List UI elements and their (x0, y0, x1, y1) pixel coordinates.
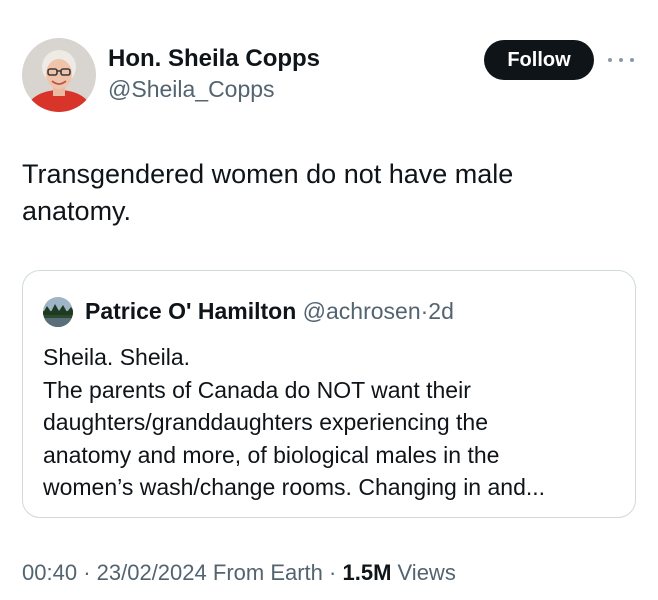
quoted-tweet[interactable]: Patrice O' Hamilton @achrosen·2d Sheila.… (22, 270, 636, 518)
quote-text-line: women’s wash/change rooms. Changing in a… (43, 474, 546, 500)
quote-text: Sheila. Sheila. The parents of Canada do… (43, 341, 623, 504)
tweet-text: Transgendered women do not have male ana… (22, 159, 514, 226)
tweet-metadata: 00:40 · 23/02/2024 From Earth · 1.5M Vie… (22, 558, 456, 588)
quote-author-avatar (43, 297, 73, 327)
tweet-time[interactable]: 00:40 (22, 560, 77, 585)
quote-text-line: daughters/granddaughters experiencing th… (43, 409, 488, 435)
author-info: Hon. Sheila Copps @Sheila_Copps (108, 44, 320, 104)
quote-text-line: anatomy and more, of biological males in… (43, 441, 500, 468)
quote-text-line: The parents of Canada do NOT want their (43, 376, 471, 403)
author-display-name[interactable]: Hon. Sheila Copps (108, 44, 320, 74)
quote-timestamp[interactable]: 2d (428, 298, 454, 324)
tweet-source: From Earth (212, 560, 323, 585)
quote-text-line: Sheila. Sheila. (43, 344, 191, 370)
tweet-date[interactable]: 23/02/2024 (97, 560, 207, 585)
meta-separator: · (83, 560, 91, 585)
views-count: 1.5M (342, 560, 392, 585)
follow-button[interactable]: Follow (484, 40, 594, 80)
more-horizontal-icon[interactable] (608, 53, 634, 67)
views-label: Views (397, 560, 456, 585)
meta-separator: · (329, 560, 337, 585)
quote-handle[interactable]: @achrosen (303, 298, 421, 324)
tweet: Hon. Sheila Copps @Sheila_Copps Follow T… (0, 0, 658, 600)
author-handle[interactable]: @Sheila_Copps (108, 74, 320, 104)
author-avatar[interactable] (22, 38, 96, 112)
quote-header: Patrice O' Hamilton @achrosen·2d (85, 295, 454, 327)
quote-display-name[interactable]: Patrice O' Hamilton (85, 298, 296, 324)
